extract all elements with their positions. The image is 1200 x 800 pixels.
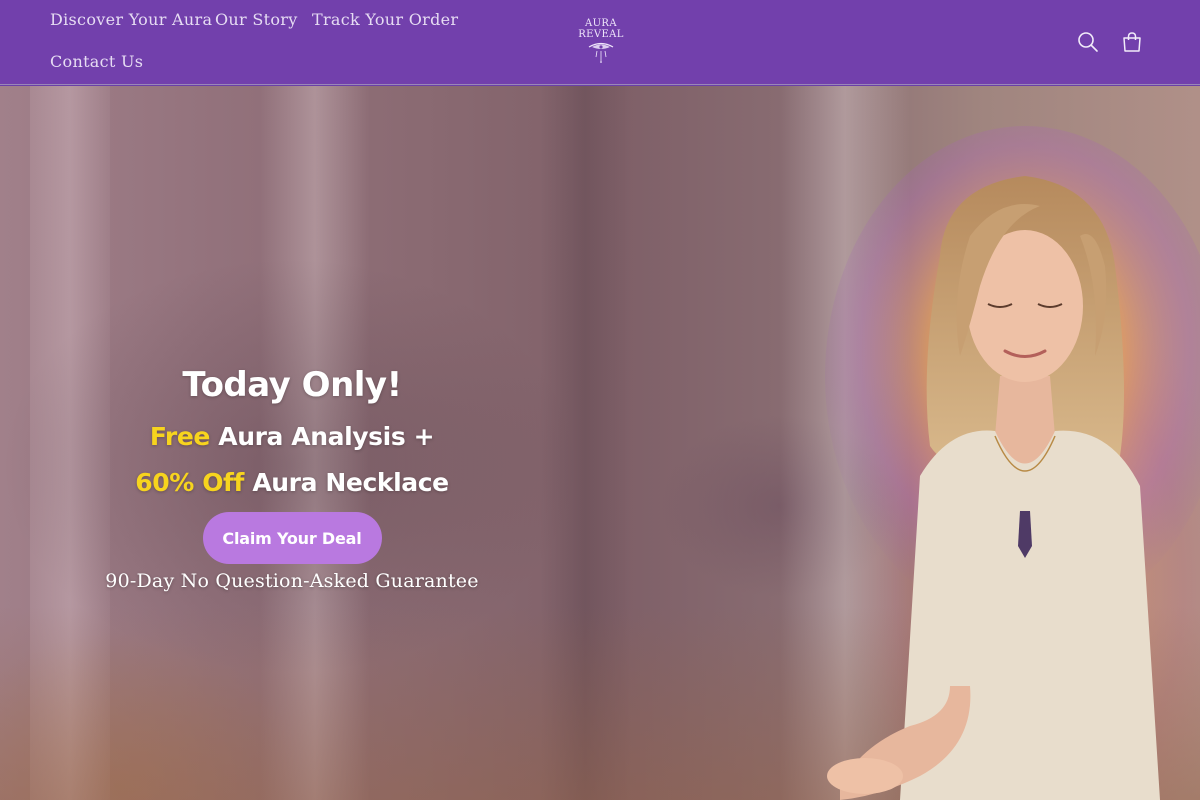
offer-accent-discount: 60% Off	[135, 468, 245, 497]
offer-text-analysis: Aura Analysis +	[209, 422, 435, 451]
nav-contact-us[interactable]: Contact Us	[50, 52, 143, 71]
logo-text-aura: AURA	[584, 18, 617, 29]
offer-line-necklace: 60% Off Aura Necklace	[92, 460, 492, 506]
search-icon	[1078, 32, 1098, 52]
hero-title: Today Only!	[182, 365, 402, 405]
nav-track-your-order[interactable]: Track Your Order	[312, 10, 458, 29]
cart-icon	[1123, 32, 1141, 52]
hero-banner: Today Only! Free Aura Analysis + 60% Off…	[0, 86, 1200, 800]
offer-line-analysis: Free Aura Analysis +	[92, 414, 492, 460]
guarantee-text: 90-Day No Question-Asked Guarantee	[105, 570, 479, 592]
nav-discover-your-aura[interactable]: Discover Your Aura	[50, 10, 212, 29]
offer-text-necklace: Aura Necklace	[244, 468, 449, 497]
site-header: Discover Your Aura Our Story Track Your …	[0, 0, 1200, 85]
site-logo[interactable]: AURA REVEAL	[572, 18, 630, 72]
nav-our-story[interactable]: Our Story	[215, 10, 298, 29]
claim-deal-button[interactable]: Claim Your Deal	[202, 512, 382, 564]
offer-accent-free: Free	[149, 422, 211, 451]
cart-button[interactable]	[1112, 22, 1152, 62]
search-button[interactable]	[1068, 22, 1108, 62]
hero-content: Today Only! Free Aura Analysis + 60% Off…	[92, 356, 492, 592]
logo-text-reveal: REVEAL	[578, 29, 624, 40]
aura-reveal-logo-icon	[588, 42, 614, 63]
meditating-woman-image	[825, 126, 1200, 800]
